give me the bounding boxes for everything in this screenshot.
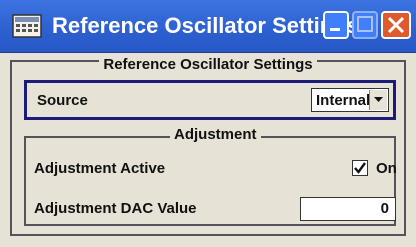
adjustment-active-checkbox[interactable] bbox=[352, 160, 368, 176]
checkmark-icon bbox=[354, 162, 366, 174]
window-title: Reference Oscillator Settings bbox=[52, 13, 359, 38]
dropdown-button[interactable] bbox=[369, 90, 387, 110]
app-icon bbox=[12, 14, 42, 38]
minimize-icon bbox=[330, 28, 340, 31]
close-button[interactable] bbox=[381, 11, 411, 39]
source-row: Source Internal bbox=[24, 80, 396, 120]
maximize-icon bbox=[357, 16, 373, 32]
close-icon bbox=[387, 16, 405, 34]
source-select-value: Internal bbox=[316, 92, 371, 109]
chevron-down-icon bbox=[374, 97, 383, 102]
adjustment-active-on-label: On bbox=[376, 160, 397, 177]
title-bar[interactable]: Reference Oscillator Settings bbox=[0, 0, 416, 53]
minimize-button[interactable] bbox=[323, 11, 349, 39]
source-select[interactable]: Internal bbox=[311, 88, 389, 112]
adjustment-dac-label: Adjustment DAC Value bbox=[34, 200, 197, 217]
dialog-window: Reference Oscillator Settings Reference … bbox=[0, 0, 416, 247]
adjustment-dac-input[interactable]: 0 bbox=[300, 197, 396, 221]
adjustment-active-label: Adjustment Active bbox=[34, 160, 166, 177]
source-label: Source bbox=[37, 92, 88, 109]
adjustment-group-title: Adjustment bbox=[170, 126, 261, 143]
maximize-button[interactable] bbox=[352, 11, 378, 39]
